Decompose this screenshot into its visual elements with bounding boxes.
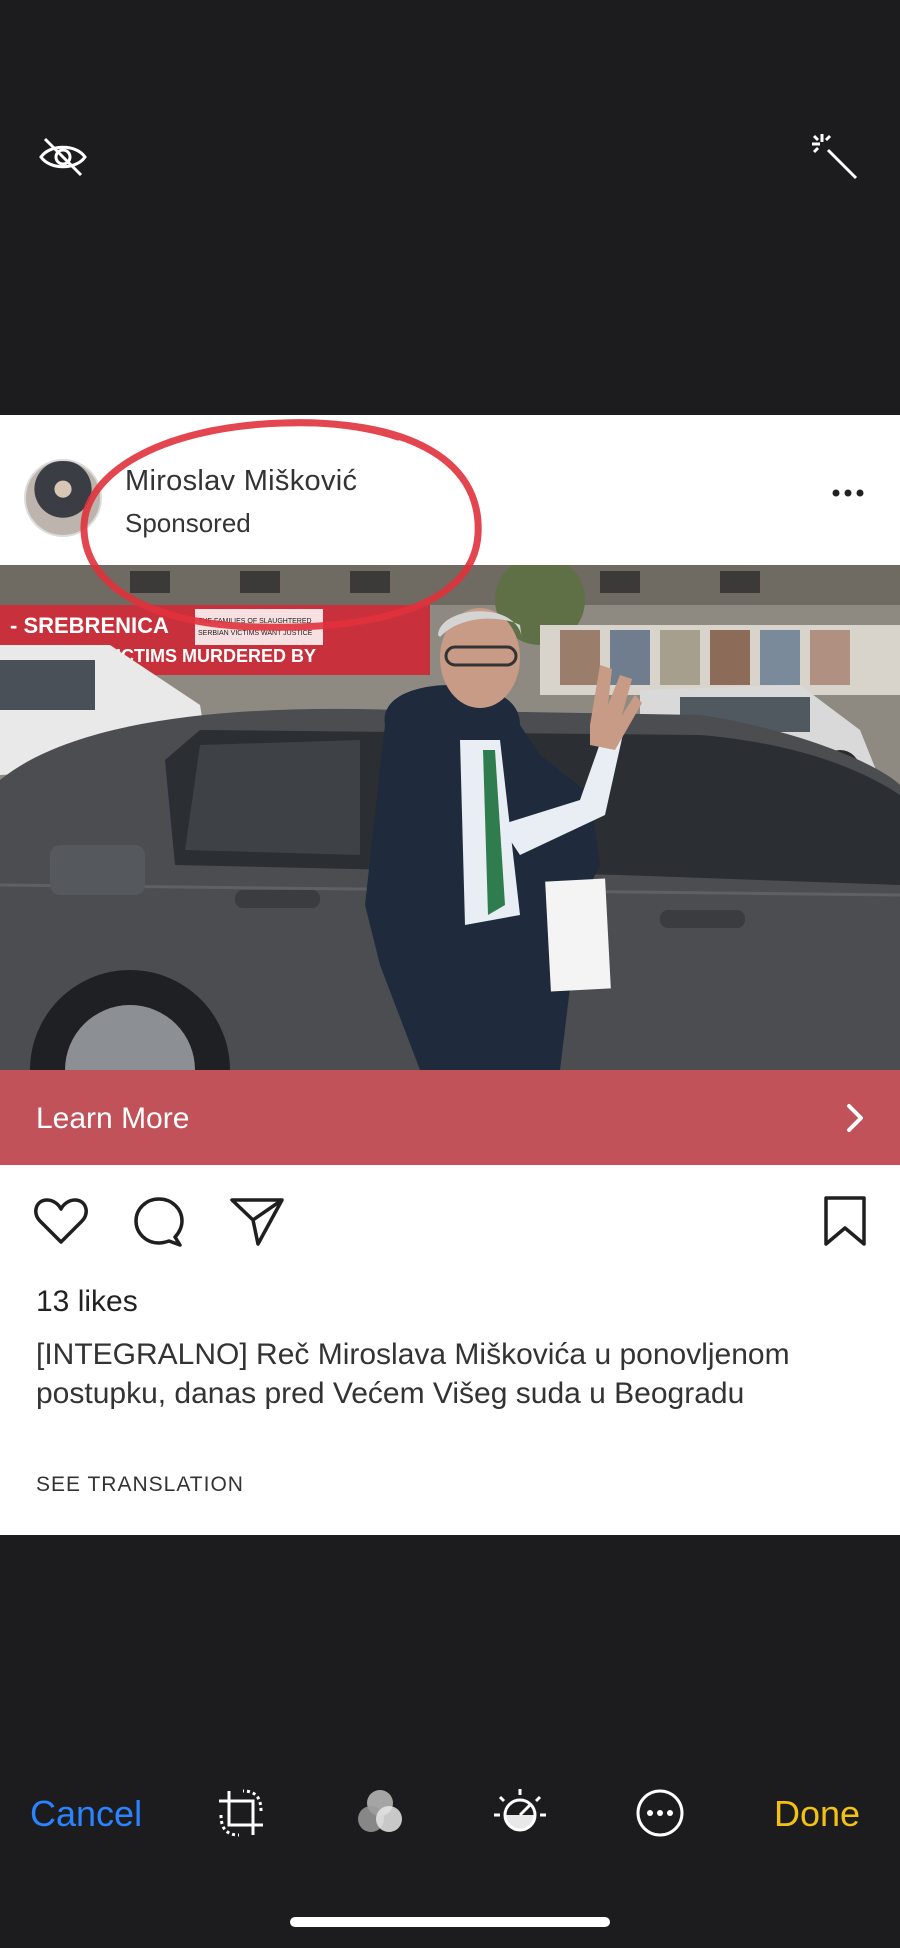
filters-icon[interactable]: [352, 1785, 408, 1841]
banner-small-1: THE FAMILIES OF SLAUGHTERED: [198, 618, 312, 625]
username[interactable]: Miroslav Mišković: [125, 465, 357, 498]
home-indicator[interactable]: [290, 1917, 610, 1927]
bookmark-icon[interactable]: [814, 1190, 876, 1252]
banner-small-2: SERBIAN VICTIMS WANT JUSTICE: [198, 630, 313, 637]
top-toolbar: [0, 0, 900, 415]
cancel-button[interactable]: Cancel: [30, 1793, 142, 1835]
comment-icon[interactable]: [128, 1190, 190, 1252]
learn-more-button[interactable]: Learn More: [0, 1070, 900, 1165]
magic-wand-icon[interactable]: [808, 130, 862, 184]
edit-toolbar: Cancel Done: [0, 1535, 900, 1948]
adjust-dial-icon[interactable]: [492, 1785, 548, 1841]
sponsored-label: Sponsored: [125, 508, 251, 538]
more-options-icon[interactable]: [632, 1785, 688, 1841]
more-horizontal-icon[interactable]: [828, 483, 868, 503]
heart-icon[interactable]: [30, 1190, 92, 1252]
learn-more-label: Learn More: [36, 1102, 190, 1135]
likes-count[interactable]: 13 likes: [36, 1285, 138, 1319]
post-header: Miroslav Mišković Sponsored: [0, 415, 900, 565]
see-translation-link[interactable]: SEE TRANSLATION: [36, 1473, 244, 1497]
banner-text-1: - SREBRENICA: [10, 613, 169, 638]
post-photo[interactable]: - SREBRENICA SERBIAN VICTIMS MURDERED BY…: [0, 565, 900, 1070]
post-actions: [0, 1190, 900, 1260]
crop-rotate-icon[interactable]: [213, 1785, 269, 1841]
done-button[interactable]: Done: [774, 1793, 860, 1835]
sponsored-post: Miroslav Mišković Sponsored - SREBRENICA…: [0, 415, 900, 1535]
share-icon[interactable]: [226, 1190, 288, 1252]
chevron-right-icon: [847, 1104, 863, 1132]
post-caption: [INTEGRALNO] Reč Miroslava Miškovića u p…: [36, 1338, 790, 1410]
eye-slash-icon[interactable]: [36, 130, 90, 184]
avatar[interactable]: [24, 459, 102, 537]
